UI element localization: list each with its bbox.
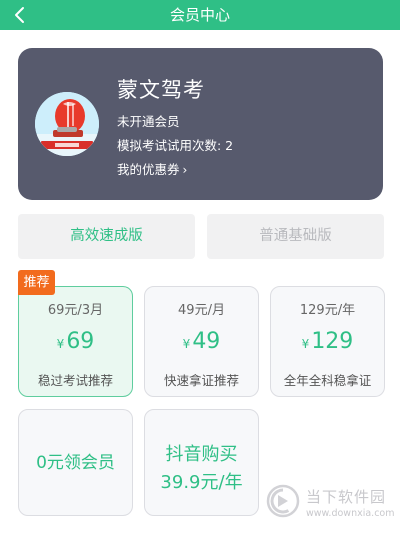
plan-price: ¥69 [19,329,132,354]
tab-premium[interactable]: 高效速成版 [18,214,195,259]
price-value: 69 [66,329,95,354]
member-card: 蒙文驾考 未开通会员 模拟考试试用次数: 2 我的优惠券 › [18,48,383,200]
watermark-name: 当下软件园 [306,488,387,506]
member-status: 未开通会员 [117,114,180,129]
tab-basic[interactable]: 普通基础版 [207,214,384,259]
trial-count: 模拟考试试用次数: 2 [117,138,234,153]
coupons-label: 我的优惠券 [117,162,180,177]
watermark: 当下软件园 www.downxia.com [266,482,395,524]
chevron-right-icon: › [182,163,188,177]
app-avatar [35,92,99,156]
plan-description: 稳过考试推荐 [37,373,113,388]
price-value: 49 [192,329,221,354]
recommend-badge: 推荐 [18,270,55,295]
plan-description: 快速拿证推荐 [163,373,239,388]
price-value: 129 [311,329,354,354]
watermark-logo-icon [266,484,300,518]
free-member-button[interactable]: 0元领会员 [18,409,133,516]
plan-title: 49元/月 [178,303,225,318]
currency-symbol: ¥ [301,337,310,351]
currency-symbol: ¥ [56,337,65,351]
plan-price: ¥129 [271,329,384,354]
page-title: 会员中心 [169,6,230,24]
app-logo-icon [35,92,99,156]
plan-title: 129元/年 [299,303,356,318]
top-bar: 会员中心 [0,0,400,30]
douyin-purchase-label: 抖音购买 [165,444,238,465]
plan-card-yearly[interactable]: 129元/年 ¥129 全年全科稳拿证 [270,286,385,397]
plan-title: 69元/3月 [47,303,104,318]
free-member-label: 0元领会员 [36,453,115,473]
plan-card-monthly[interactable]: 49元/月 ¥49 快速拿证推荐 [144,286,259,397]
plan-description: 全年全科稳拿证 [283,373,372,388]
plan-price: ¥49 [145,329,258,354]
coupons-link[interactable]: 我的优惠券 › [117,159,187,178]
currency-symbol: ¥ [182,337,191,351]
app-name: 蒙文驾考 [117,78,205,102]
douyin-purchase-price: 39.9元/年 [160,472,243,493]
plan-card-3month[interactable]: 69元/3月 ¥69 稳过考试推荐 [18,286,133,397]
watermark-url: www.downxia.com [306,508,395,519]
douyin-purchase-button[interactable]: 抖音购买 39.9元/年 [144,409,259,516]
